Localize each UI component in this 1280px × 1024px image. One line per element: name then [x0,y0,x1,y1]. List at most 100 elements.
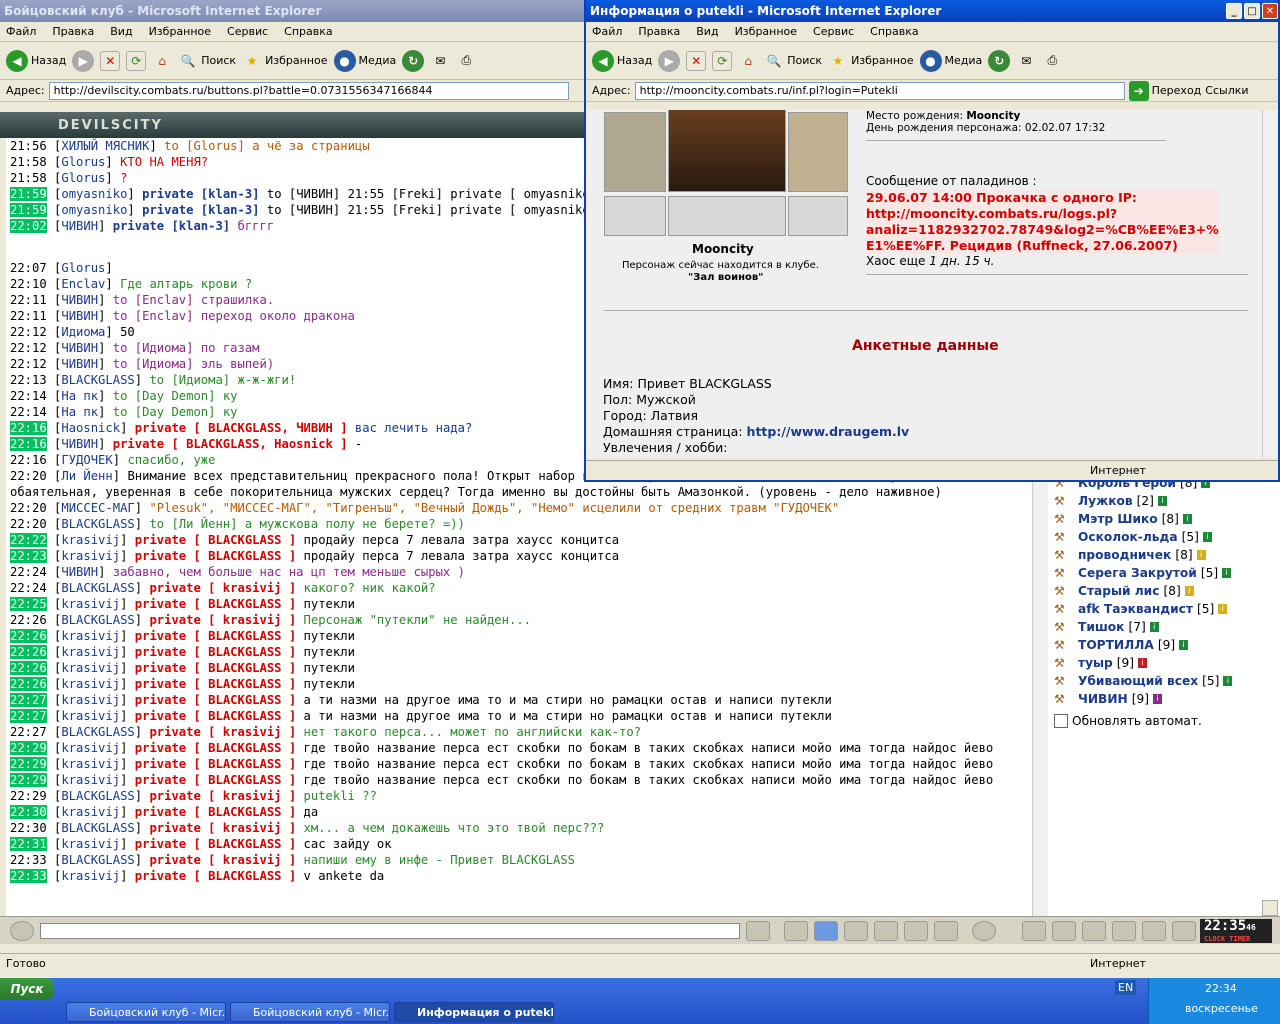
popup-media-button[interactable]: ● Медиа [919,49,982,72]
history-button[interactable]: ↻ [402,49,425,72]
chat-private-tag[interactable]: private [ BLACKGLASS, Haosnick ] [113,437,348,451]
boots-slot[interactable] [788,196,848,236]
chat-nick[interactable]: BLACKGLASS [61,373,134,387]
user-name[interactable]: Тишок [1078,620,1124,634]
online-user[interactable]: ⚒ ЧИВИН [9] i [1048,690,1280,708]
user-name[interactable]: afk Таэквандист [1078,602,1193,616]
chat-nick[interactable]: krasivij [61,709,120,723]
chat-time[interactable]: 22:31 [10,837,47,851]
chat-nick[interactable]: Ли Йенн [61,469,112,483]
fight-button[interactable] [874,921,898,941]
popup-back-button[interactable]: ◀ Назад [592,49,652,72]
menu-item[interactable]: Сервис [813,25,854,38]
chat-time[interactable]: 22:20 [10,517,47,531]
chat-time[interactable]: 22:26 [10,661,47,675]
chat-nick[interactable]: krasivij [61,757,120,771]
chat-nick[interactable]: Glorus [61,155,105,169]
chat-nick[interactable]: krasivij [61,741,120,755]
refresh-button[interactable]: ⟳ [126,50,147,71]
homepage-link[interactable]: http://www.draugem.lv [747,424,910,439]
smile-button[interactable] [972,921,996,941]
popup-favorites-button[interactable]: ★ Избранное [828,51,914,71]
chat-to-tag[interactable]: to [Day Demon] [113,389,216,403]
info-icon[interactable]: i [1157,496,1167,506]
inventory-button[interactable] [1052,921,1076,941]
chat-private-tag[interactable]: private [ krasivij ] [149,725,296,739]
maximize-button[interactable]: □ [1244,3,1260,19]
chat-nick[interactable]: krasivij [61,645,120,659]
menu-item[interactable]: Избранное [735,25,797,38]
chat-time[interactable]: 22:26 [10,645,47,659]
chat-nick[interactable]: krasivij [61,629,120,643]
chat-nick[interactable]: На пк [61,389,98,403]
menu-item[interactable]: Вид [110,25,132,38]
chat-time[interactable]: 22:24 [10,565,47,579]
chat-nick[interactable]: BLACKGLASS [61,725,134,739]
search-button[interactable]: 🔍 Поиск [178,51,236,71]
chat-private-tag[interactable]: private [ BLACKGLASS ] [135,549,296,563]
chat-private-tag[interactable]: private [ BLACKGLASS ] [135,805,296,819]
sound-button[interactable] [934,921,958,941]
chat-time[interactable]: 22:16 [10,453,47,467]
info-icon[interactable]: i [1184,586,1194,596]
tray-time[interactable]: 22:34 [1205,982,1237,995]
chat-time[interactable]: 22:13 [10,373,47,387]
chat-private-tag[interactable]: private [ BLACKGLASS ] [135,629,296,643]
chat-time[interactable]: 22:16 [10,437,47,451]
online-user[interactable]: ⚒ afk Таэквандист [5] i [1048,600,1280,618]
popup-history-button[interactable]: ↻ [988,49,1011,72]
chat-to-tag[interactable]: to [Ли Йенн] [149,517,237,531]
chat-time[interactable]: 22:29 [10,757,47,771]
chat-to-tag[interactable]: to [Enclav] [113,309,194,323]
user-name[interactable]: Лужков [1078,494,1133,508]
chat-time[interactable]: 22:24 [10,581,47,595]
online-user[interactable]: ⚒ Убивающий всех [5] i [1048,672,1280,690]
online-user[interactable]: ⚒ Серега Закрутой [5] i [1048,564,1280,582]
chat-time[interactable]: 22:12 [10,357,47,371]
chat-private-tag[interactable]: private [klan-3] [142,203,259,217]
info-icon[interactable]: i [1196,550,1206,560]
online-user[interactable]: ⚒ Тишок [7] i [1048,618,1280,636]
user-name[interactable]: ЧИВИН [1078,692,1128,706]
chat-nick[interactable]: ЧИВИН [61,437,98,451]
popup-mail-button[interactable]: ✉ [1016,51,1036,71]
user-name[interactable]: туыр [1078,656,1113,670]
armor-item[interactable] [604,112,666,192]
menu-item[interactable]: Правка [638,25,680,38]
chat-private-tag[interactable]: private [ krasivij ] [149,853,296,867]
chat-to-tag[interactable]: to [Идиома] [149,373,230,387]
character-room[interactable]: "Зал воинов" [688,272,763,283]
chat-nick[interactable]: BLACKGLASS [61,853,134,867]
chat-nick[interactable]: krasivij [61,693,120,707]
chat-nick[interactable]: ЧИВИН [61,309,98,323]
chat-time[interactable]: 22:33 [10,869,47,883]
filter-button[interactable] [814,921,838,941]
chat-time[interactable]: 22:26 [10,629,47,643]
chat-nick[interactable]: ЧИВИН [61,341,98,355]
menu-item[interactable]: Вид [696,25,718,38]
chat-nick[interactable]: ЧИВИН [61,357,98,371]
chat-private-tag[interactable]: private [ BLACKGLASS ] [135,837,296,851]
smile-menu-button[interactable] [10,921,34,941]
chat-nick[interactable]: omyasniko [61,203,127,217]
emblem-slot[interactable] [668,196,786,236]
popup-forward-button[interactable]: ▶ [658,49,681,72]
chat-input[interactable] [40,923,740,939]
chat-nick[interactable]: krasivij [61,597,120,611]
menu-item[interactable]: Файл [592,25,622,38]
send-button[interactable] [746,921,770,941]
chat-time[interactable]: 22:22 [10,533,47,547]
start-button[interactable]: Пуск [0,978,54,1000]
chat-nick[interactable]: ХИЛЫЙ МЯСНИК [61,139,149,153]
chat-time[interactable]: 22:27 [10,709,47,723]
chat-nick[interactable]: ЧИВИН [61,219,98,233]
online-user[interactable]: ⚒ туыр [9] i [1048,654,1280,672]
chat-nick[interactable]: BLACKGLASS [61,581,134,595]
chat-time[interactable]: 22:30 [10,805,47,819]
info-icon[interactable]: i [1202,532,1212,542]
back-button[interactable]: ◀ Назад [6,49,66,72]
chat-time[interactable]: 22:10 [10,277,47,291]
pants-item[interactable] [788,112,848,192]
chat-private-tag[interactable]: private [ BLACKGLASS ] [135,693,296,707]
info-icon[interactable]: i [1182,514,1192,524]
